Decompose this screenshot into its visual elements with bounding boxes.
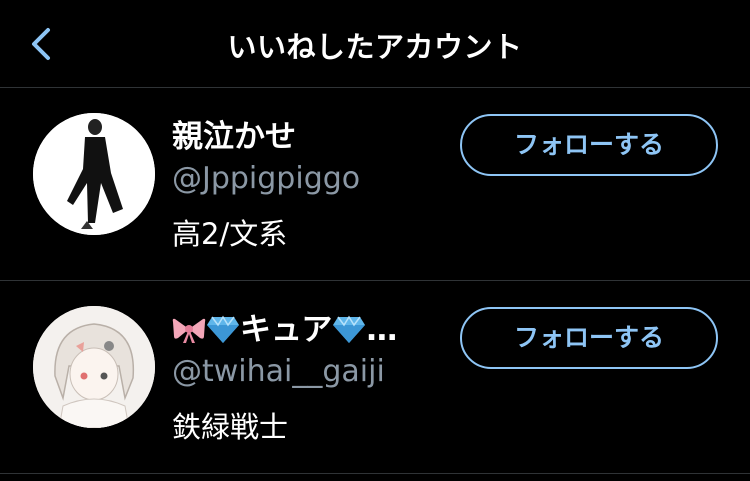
user-bio: 高2/文系 bbox=[172, 217, 288, 251]
page-title: いいねしたアカウント bbox=[227, 30, 523, 64]
avatar[interactable] bbox=[33, 113, 155, 235]
user-row[interactable]: キュア … @twihai__gaiji 鉄緑戦士 フォローする bbox=[0, 282, 750, 474]
user-display-name-text: キュア bbox=[240, 312, 333, 348]
header: いいねしたアカウント bbox=[0, 0, 750, 88]
user-display-name: キュア … bbox=[172, 304, 397, 349]
name-ellipsis: … bbox=[366, 312, 398, 348]
follow-button[interactable]: フォローする bbox=[460, 114, 718, 176]
user-bio: 鉄緑戦士 bbox=[172, 410, 289, 444]
user-row[interactable]: 親泣かせ @Jppigpiggo 高2/文系 フォローする bbox=[0, 89, 750, 281]
user-display-name: 親泣かせ bbox=[172, 119, 296, 155]
user-handle: @Jppigpiggo bbox=[172, 161, 361, 196]
ribbon-emoji bbox=[172, 318, 206, 343]
gem-emoji bbox=[333, 315, 366, 343]
avatar[interactable] bbox=[33, 306, 155, 428]
user-handle: @twihai__gaiji bbox=[172, 354, 385, 389]
gem-emoji bbox=[207, 315, 239, 343]
follow-button[interactable]: フォローする bbox=[460, 307, 718, 369]
